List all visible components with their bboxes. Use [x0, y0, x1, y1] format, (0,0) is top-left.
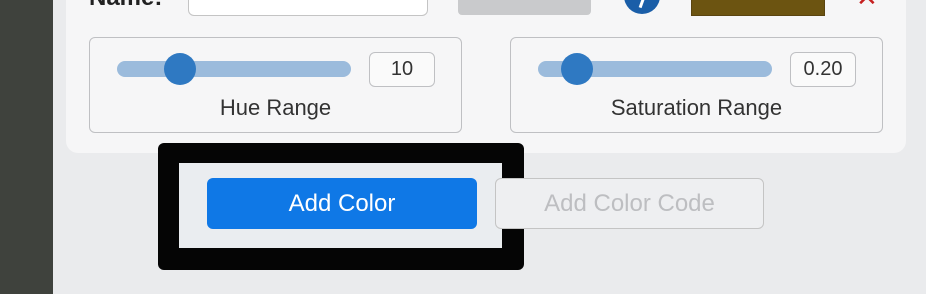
saturation-range-thumb[interactable] — [561, 53, 593, 85]
name-label: Name: — [89, 0, 162, 12]
hue-range-track[interactable] — [117, 61, 351, 77]
saturation-range-label: Saturation Range — [610, 95, 783, 120]
name-input[interactable] — [188, 0, 428, 16]
color-swatch[interactable] — [691, 0, 825, 16]
saturation-range-value[interactable]: 0.20 — [790, 52, 856, 87]
hue-range-group: 10 Hue Range — [89, 37, 462, 133]
hue-range-value[interactable]: 10 — [369, 52, 435, 87]
background-left — [0, 0, 53, 294]
close-icon[interactable]: ✕ — [856, 0, 882, 4]
hue-range-label: Hue Range — [219, 95, 332, 120]
saturation-range-group: 0.20 Saturation Range — [510, 37, 883, 133]
add-color-button[interactable]: Add Color — [207, 178, 477, 229]
secondary-button[interactable] — [458, 0, 591, 15]
add-color-code-button[interactable]: Add Color Code — [495, 178, 764, 229]
hue-range-thumb[interactable] — [164, 53, 196, 85]
